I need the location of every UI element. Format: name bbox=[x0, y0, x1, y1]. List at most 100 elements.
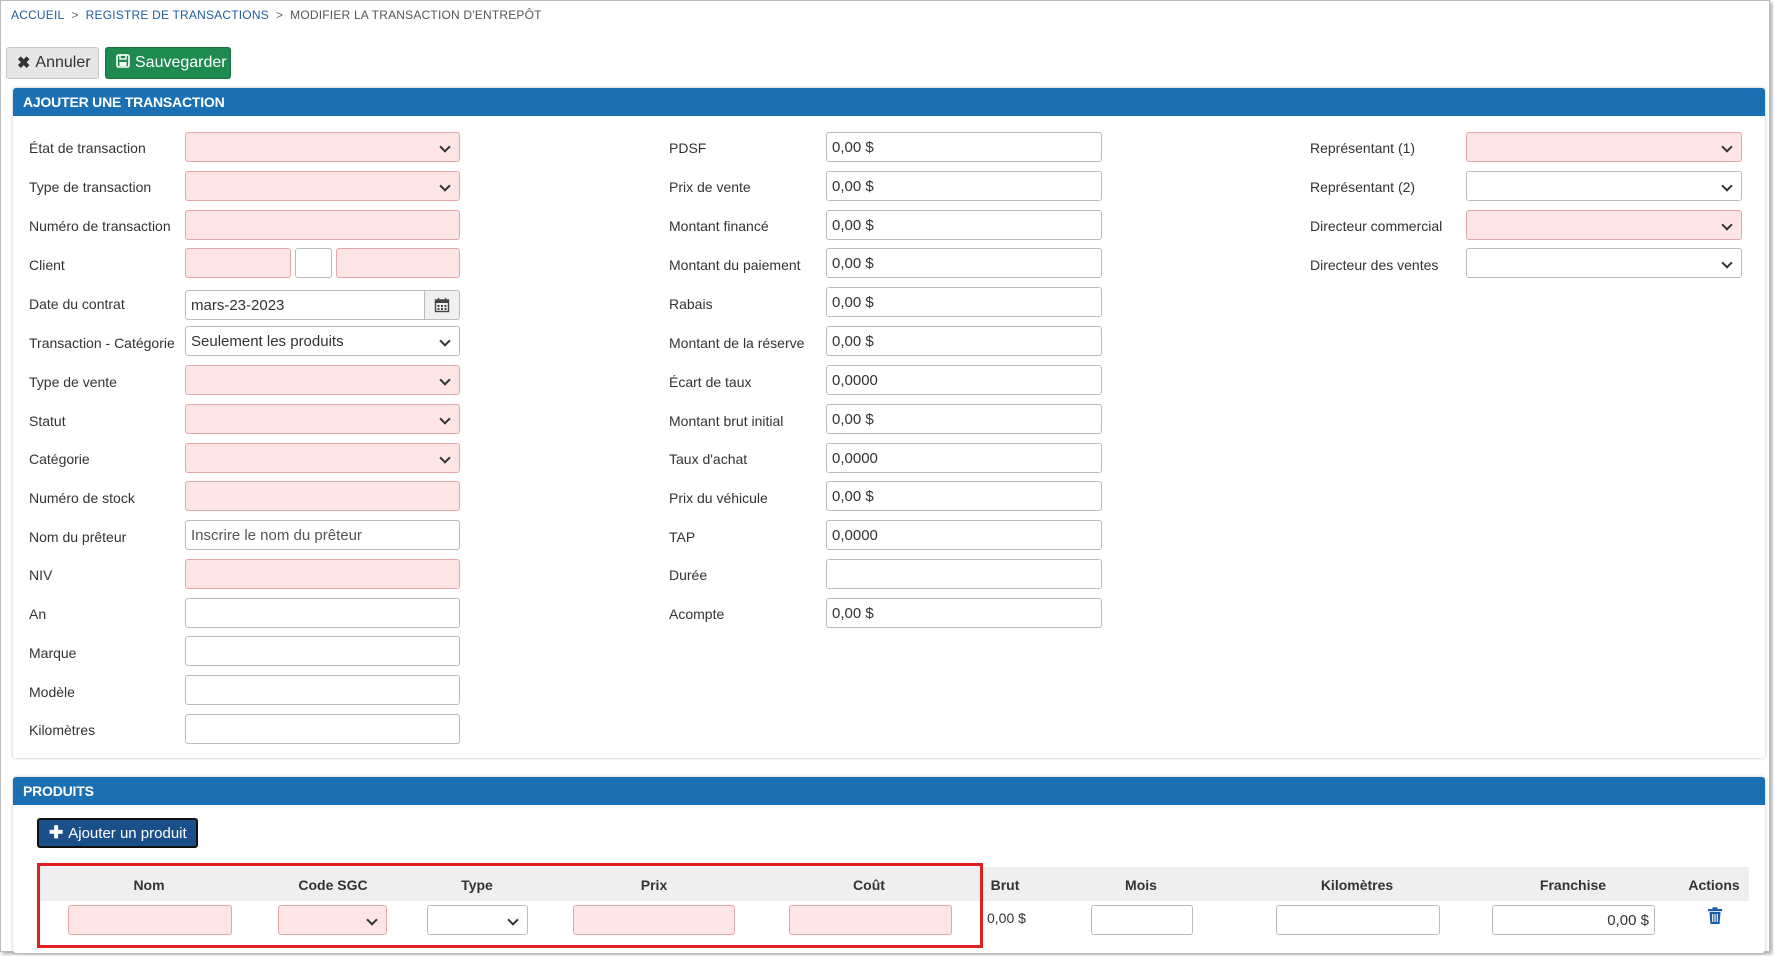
modele-input[interactable] bbox=[185, 675, 460, 705]
label-statut: Statut bbox=[29, 413, 66, 429]
products-panel-title: PRODUITS bbox=[13, 777, 1765, 805]
montant-finance-input[interactable]: 0,00 $ bbox=[826, 210, 1102, 240]
product-cout-input[interactable] bbox=[789, 905, 952, 935]
tap-input[interactable]: 0,0000 bbox=[826, 520, 1102, 550]
taux-achat-input[interactable]: 0,0000 bbox=[826, 443, 1102, 473]
label-marque: Marque bbox=[29, 645, 77, 661]
date-contrat-input[interactable]: mars-23-2023 bbox=[185, 290, 425, 320]
label-tap: TAP bbox=[669, 529, 696, 545]
acompte-input[interactable]: 0,00 $ bbox=[826, 598, 1102, 628]
client-field-1[interactable] bbox=[185, 248, 291, 278]
representant-2-select[interactable] bbox=[1466, 171, 1742, 201]
col-code-sgc: Code SGC bbox=[298, 877, 368, 893]
client-field-2[interactable] bbox=[295, 248, 332, 278]
label-categorie-tx: Transaction - Catégorie bbox=[29, 335, 175, 351]
save-icon bbox=[116, 53, 130, 73]
label-duree: Durée bbox=[669, 567, 708, 583]
label-rep2: Représentant (2) bbox=[1310, 179, 1416, 195]
label-preteur: Nom du prêteur bbox=[29, 529, 127, 545]
label-prix-vente: Prix de vente bbox=[669, 179, 751, 195]
trash-icon[interactable] bbox=[1707, 907, 1723, 925]
transaction-panel-title: AJOUTER UNE TRANSACTION bbox=[13, 88, 1765, 116]
product-code-sgc-select[interactable] bbox=[278, 905, 387, 935]
statut-select[interactable] bbox=[185, 404, 460, 434]
kilometres-input[interactable] bbox=[185, 714, 460, 744]
product-prix-input[interactable] bbox=[573, 905, 735, 935]
rabais-input[interactable]: 0,00 $ bbox=[826, 287, 1102, 317]
categorie-transaction-select[interactable]: Seulement les produits bbox=[185, 326, 460, 356]
type-vente-select[interactable] bbox=[185, 365, 460, 395]
cancel-button[interactable]: ✖ Annuler bbox=[6, 47, 99, 79]
label-rep1: Représentant (1) bbox=[1310, 140, 1416, 156]
app-window: ACCUEIL > REGISTRE DE TRANSACTIONS > MODIFIE… bbox=[0, 0, 1770, 953]
numero-transaction-input[interactable] bbox=[185, 210, 460, 240]
montant-brut-initial-input[interactable]: 0,00 $ bbox=[826, 404, 1102, 434]
marque-input[interactable] bbox=[185, 636, 460, 666]
label-modele: Modèle bbox=[29, 684, 75, 700]
etat-select[interactable] bbox=[185, 132, 460, 162]
col-type: Type bbox=[461, 877, 493, 893]
prix-vente-input[interactable]: 0,00 $ bbox=[826, 171, 1102, 201]
col-franchise: Franchise bbox=[1539, 877, 1607, 893]
montant-reserve-input[interactable]: 0,00 $ bbox=[826, 326, 1102, 356]
label-acompte: Acompte bbox=[669, 606, 725, 622]
label-prix-vehicule: Prix du véhicule bbox=[669, 490, 768, 506]
calendar-icon bbox=[434, 298, 450, 313]
product-brut-value: 0,00 $ bbox=[987, 910, 1026, 926]
nom-preteur-input[interactable]: Inscrire le nom du prêteur bbox=[185, 520, 460, 550]
plus-icon: ✚ bbox=[49, 823, 64, 842]
label-numero: Numéro de transaction bbox=[29, 218, 171, 234]
label-dir-commercial: Directeur commercial bbox=[1310, 218, 1443, 234]
categorie-select[interactable] bbox=[185, 443, 460, 473]
label-km: Kilomètres bbox=[29, 722, 96, 738]
pdsf-input[interactable]: 0,00 $ bbox=[826, 132, 1102, 162]
label-etat: État de transaction bbox=[29, 140, 146, 156]
calendar-button[interactable] bbox=[424, 290, 460, 320]
breadcrumb-registry[interactable]: REGISTRE DE TRANSACTIONS bbox=[86, 8, 269, 22]
label-ecart: Écart de taux bbox=[669, 374, 752, 390]
label-niv: NIV bbox=[29, 567, 53, 583]
an-input[interactable] bbox=[185, 598, 460, 628]
prix-vehicule-input[interactable]: 0,00 $ bbox=[826, 481, 1102, 511]
label-reserve: Montant de la réserve bbox=[669, 335, 805, 351]
times-icon: ✖ bbox=[17, 55, 31, 72]
product-type-select[interactable] bbox=[427, 905, 528, 935]
label-pdsf: PDSF bbox=[669, 140, 707, 156]
col-mois: Mois bbox=[1125, 877, 1157, 893]
directeur-ventes-select[interactable] bbox=[1466, 248, 1742, 278]
add-product-button[interactable]: ✚ Ajouter un produit bbox=[37, 818, 198, 848]
label-type: Type de transaction bbox=[29, 179, 152, 195]
save-button[interactable]: Sauvegarder bbox=[105, 47, 231, 79]
breadcrumb: ACCUEIL > REGISTRE DE TRANSACTIONS > MODIFIE… bbox=[11, 8, 542, 22]
label-dir-ventes: Directeur des ventes bbox=[1310, 257, 1439, 273]
numero-stock-input[interactable] bbox=[185, 481, 460, 511]
label-taux-achat: Taux d'achat bbox=[669, 451, 748, 467]
breadcrumb-current: MODIFIER LA TRANSACTION D'ENTREPÔT bbox=[290, 8, 542, 22]
duree-input[interactable] bbox=[826, 559, 1102, 589]
label-date: Date du contrat bbox=[29, 296, 125, 312]
products-table-header bbox=[37, 867, 1749, 901]
product-mois-input[interactable] bbox=[1091, 905, 1193, 935]
label-brut-initial: Montant brut initial bbox=[669, 413, 784, 429]
product-kilometres-input[interactable] bbox=[1276, 905, 1440, 935]
col-actions: Actions bbox=[1688, 877, 1740, 893]
col-prix: Prix bbox=[640, 877, 668, 893]
directeur-commercial-select[interactable] bbox=[1466, 210, 1742, 240]
product-franchise-input[interactable]: 0,00 $ bbox=[1492, 905, 1655, 935]
product-nom-input[interactable] bbox=[68, 905, 232, 935]
breadcrumb-home[interactable]: ACCUEIL bbox=[11, 8, 64, 22]
label-type-vente: Type de vente bbox=[29, 374, 117, 390]
label-categorie: Catégorie bbox=[29, 451, 90, 467]
representant-1-select[interactable] bbox=[1466, 132, 1742, 162]
ecart-taux-input[interactable]: 0,0000 bbox=[826, 365, 1102, 395]
label-rabais: Rabais bbox=[669, 296, 713, 312]
col-cout: Coût bbox=[853, 877, 885, 893]
niv-input[interactable] bbox=[185, 559, 460, 589]
montant-paiement-input[interactable]: 0,00 $ bbox=[826, 248, 1102, 278]
client-field-3[interactable] bbox=[336, 248, 460, 278]
label-stock: Numéro de stock bbox=[29, 490, 135, 506]
col-kilometres: Kilomètres bbox=[1320, 877, 1394, 893]
label-finance: Montant financé bbox=[669, 218, 769, 234]
type-transaction-select[interactable] bbox=[185, 171, 460, 201]
label-client: Client bbox=[29, 257, 65, 273]
